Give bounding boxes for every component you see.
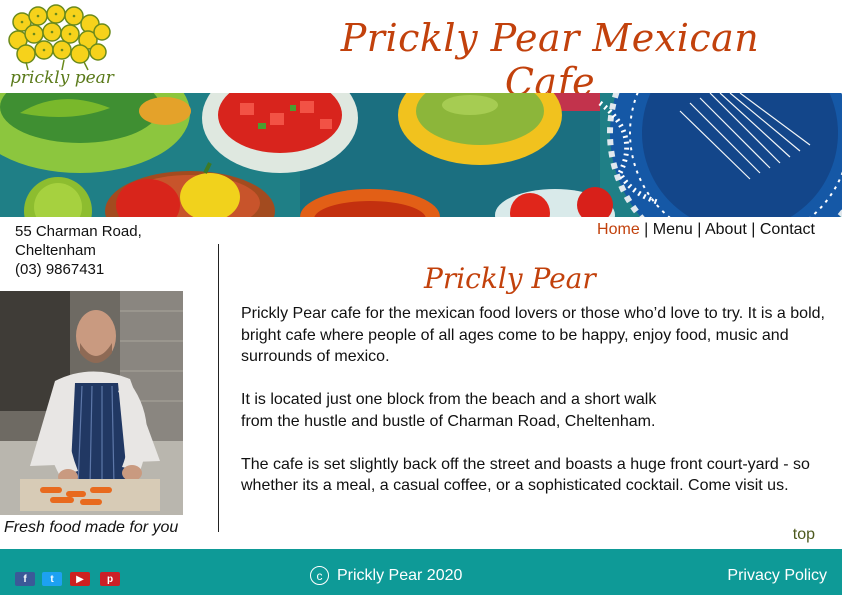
food-banner-image [0, 93, 842, 217]
column-divider [218, 244, 219, 532]
address-street: 55 Charman Road, [15, 223, 142, 240]
nav-menu-link[interactable]: Menu [653, 221, 693, 238]
site-title: Prickly Pear Mexican Cafe [340, 16, 760, 104]
main-nav: Home | Menu | About | Contact [597, 221, 815, 239]
logo[interactable]: prickly pear [4, 2, 116, 92]
content-heading: Prickly Pear [424, 262, 596, 295]
nav-contact-link[interactable]: Contact [760, 221, 815, 238]
nav-separator: | [644, 221, 649, 238]
nav-separator: | [751, 221, 756, 238]
chef-caption: Fresh food made for you [4, 519, 179, 536]
nav-separator: | [697, 221, 702, 238]
logo-text: prickly pear [10, 68, 114, 88]
content-paragraph: It is located just one block from the be… [241, 391, 657, 430]
nav-home-link[interactable]: Home [597, 221, 640, 238]
content-paragraph: The cafe is set slightly back off the st… [241, 455, 810, 495]
content-paragraph: Prickly Pear cafe for the mexican food l… [241, 305, 825, 365]
copyright-text: Prickly Pear 2020 [337, 566, 463, 584]
chef-photo [0, 291, 183, 515]
hero-banner [0, 93, 842, 217]
chef-image [0, 291, 183, 515]
pinterest-icon[interactable]: p [100, 572, 120, 586]
contact-address: 55 Charman Road, Cheltenham (03) 9867431 [15, 222, 142, 279]
youtube-icon[interactable]: ▶ [70, 572, 90, 586]
facebook-icon[interactable]: f [15, 572, 35, 586]
copyright: c Prickly Pear 2020 [310, 566, 462, 585]
address-suburb: Cheltenham [15, 242, 96, 259]
copyright-icon: c [310, 566, 329, 585]
nav-about-link[interactable]: About [705, 221, 747, 238]
privacy-policy-link[interactable]: Privacy Policy [727, 567, 827, 585]
back-to-top-link[interactable]: top [793, 526, 815, 544]
address-phone: (03) 9867431 [15, 261, 105, 278]
twitter-icon[interactable]: t [42, 572, 62, 586]
content-body: Prickly Pear cafe for the mexican food l… [241, 303, 831, 518]
